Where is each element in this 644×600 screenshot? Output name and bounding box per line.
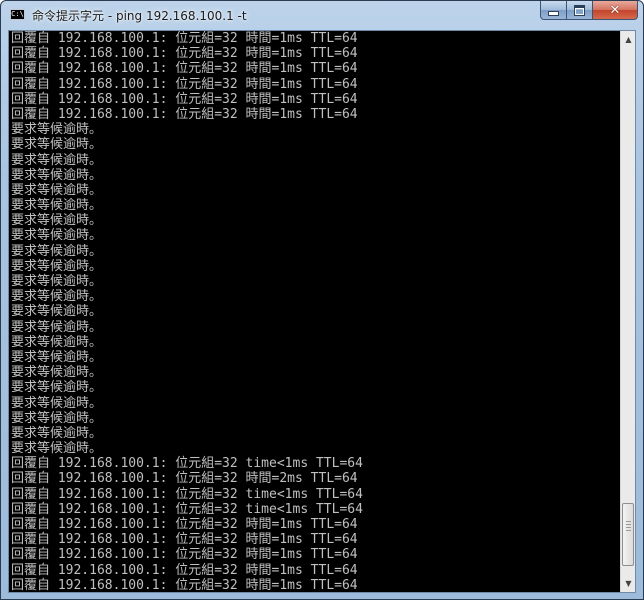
grip-line [626, 527, 631, 528]
console-line: 要求等候逾時。 [11, 319, 103, 335]
minimize-button[interactable] [540, 1, 567, 20]
console-line: 要求等候逾時。 [11, 243, 103, 259]
console-line: 要求等候逾時。 [11, 304, 103, 320]
grip-line [626, 521, 631, 522]
console-line: 要求等候逾時。 [11, 380, 103, 396]
console-area[interactable]: 回覆自 192.168.100.1: 位元組=32 時間=1ms TTL=64 回… [8, 30, 636, 593]
console-window: C:\ 命令提示字元 - ping 192.168.100.1 -t ✕ 回覆自… [0, 0, 644, 600]
console-line: 回覆自 192.168.100.1: 位元組=32 時間=1ms TTL=64 [11, 91, 358, 107]
console-line: 回覆自 192.168.100.1: 位元組=32 時間=1ms TTL=64 [11, 61, 358, 77]
console-line: 回覆自 192.168.100.1: 位元組=32 時間=1ms TTL=64 [11, 532, 358, 548]
console-line: 要求等候逾時。 [11, 167, 103, 183]
window-title: 命令提示字元 - ping 192.168.100.1 -t [32, 9, 247, 23]
console-line: 回覆自 192.168.100.1: 位元組=32 time<1ms TTL=6… [11, 456, 363, 472]
grip-line [626, 530, 631, 531]
console-line: 回覆自 192.168.100.1: 位元組=32 時間=1ms TTL=64 [11, 577, 358, 593]
console-line: 回覆自 192.168.100.1: 位元組=32 時間=2ms TTL=64 [11, 471, 358, 487]
console-line: 回覆自 192.168.100.1: 位元組=32 時間=1ms TTL=64 [11, 517, 358, 532]
console-line: 回覆自 192.168.100.1: 位元組=32 time<1ms TTL=6… [11, 501, 363, 517]
console-line: 要求等候逾時。 [11, 137, 103, 153]
console-line: 要求等候逾時。 [11, 395, 103, 411]
console-line: 回覆自 192.168.100.1: 位元組=32 時間=1ms TTL=64 [11, 547, 358, 563]
console-line: 要求等候逾時。 [11, 258, 103, 274]
console-line: 回覆自 192.168.100.1: 位元組=32 時間=1ms TTL=64 [11, 106, 358, 122]
console-line: 回覆自 192.168.100.1: 位元組=32 時間=1ms TTL=64 [11, 46, 358, 62]
console-line: 要求等候逾時。 [11, 213, 103, 229]
title-bar[interactable]: C:\ 命令提示字元 - ping 192.168.100.1 -t ✕ [1, 1, 643, 29]
maximize-icon [574, 4, 585, 16]
maximize-button[interactable] [567, 1, 593, 20]
console-line: 要求等候逾時。 [11, 198, 103, 214]
cmd-icon[interactable]: C:\ [10, 9, 25, 20]
minimize-icon [548, 11, 559, 16]
console-line: 要求等候逾時。 [11, 289, 103, 305]
grip-line [626, 524, 631, 525]
vertical-scrollbar[interactable]: ▲ ▼ [620, 31, 635, 592]
console-line: 回覆自 192.168.100.1: 位元組=32 時間=1ms TTL=64 [11, 76, 358, 92]
console-line: 要求等候逾時。 [11, 228, 103, 244]
console-line: 要求等候逾時。 [11, 152, 103, 168]
console-line: 回覆自 192.168.100.1: 位元組=32 time<1ms TTL=6… [11, 486, 363, 502]
console-line: 要求等候逾時。 [11, 441, 103, 457]
scroll-up-arrow-icon[interactable]: ▲ [622, 32, 635, 47]
scrollbar-thumb[interactable] [622, 503, 634, 566]
console-line: 要求等候逾時。 [11, 182, 103, 198]
console-line: 回覆自 192.168.100.1: 位元組=32 時間=1ms TTL=64 [11, 562, 358, 578]
close-icon: ✕ [609, 2, 621, 18]
scroll-down-arrow-icon[interactable]: ▼ [622, 576, 635, 591]
window-controls: ✕ [540, 1, 638, 21]
console-output: 回覆自 192.168.100.1: 位元組=32 時間=1ms TTL=64 回… [11, 31, 623, 593]
console-line: 要求等候逾時。 [11, 425, 103, 441]
console-line: 要求等候逾時。 [11, 334, 103, 350]
close-button[interactable]: ✕ [593, 1, 638, 20]
console-line: 要求等候逾時。 [11, 122, 103, 138]
console-line: 回覆自 192.168.100.1: 位元組=32 時間=1ms TTL=64 [11, 31, 358, 46]
console-line: 要求等候逾時。 [11, 365, 103, 381]
console-line: 要求等候逾時。 [11, 274, 103, 289]
console-line: 要求等候逾時。 [11, 410, 103, 426]
console-line: 要求等候逾時。 [11, 349, 103, 365]
